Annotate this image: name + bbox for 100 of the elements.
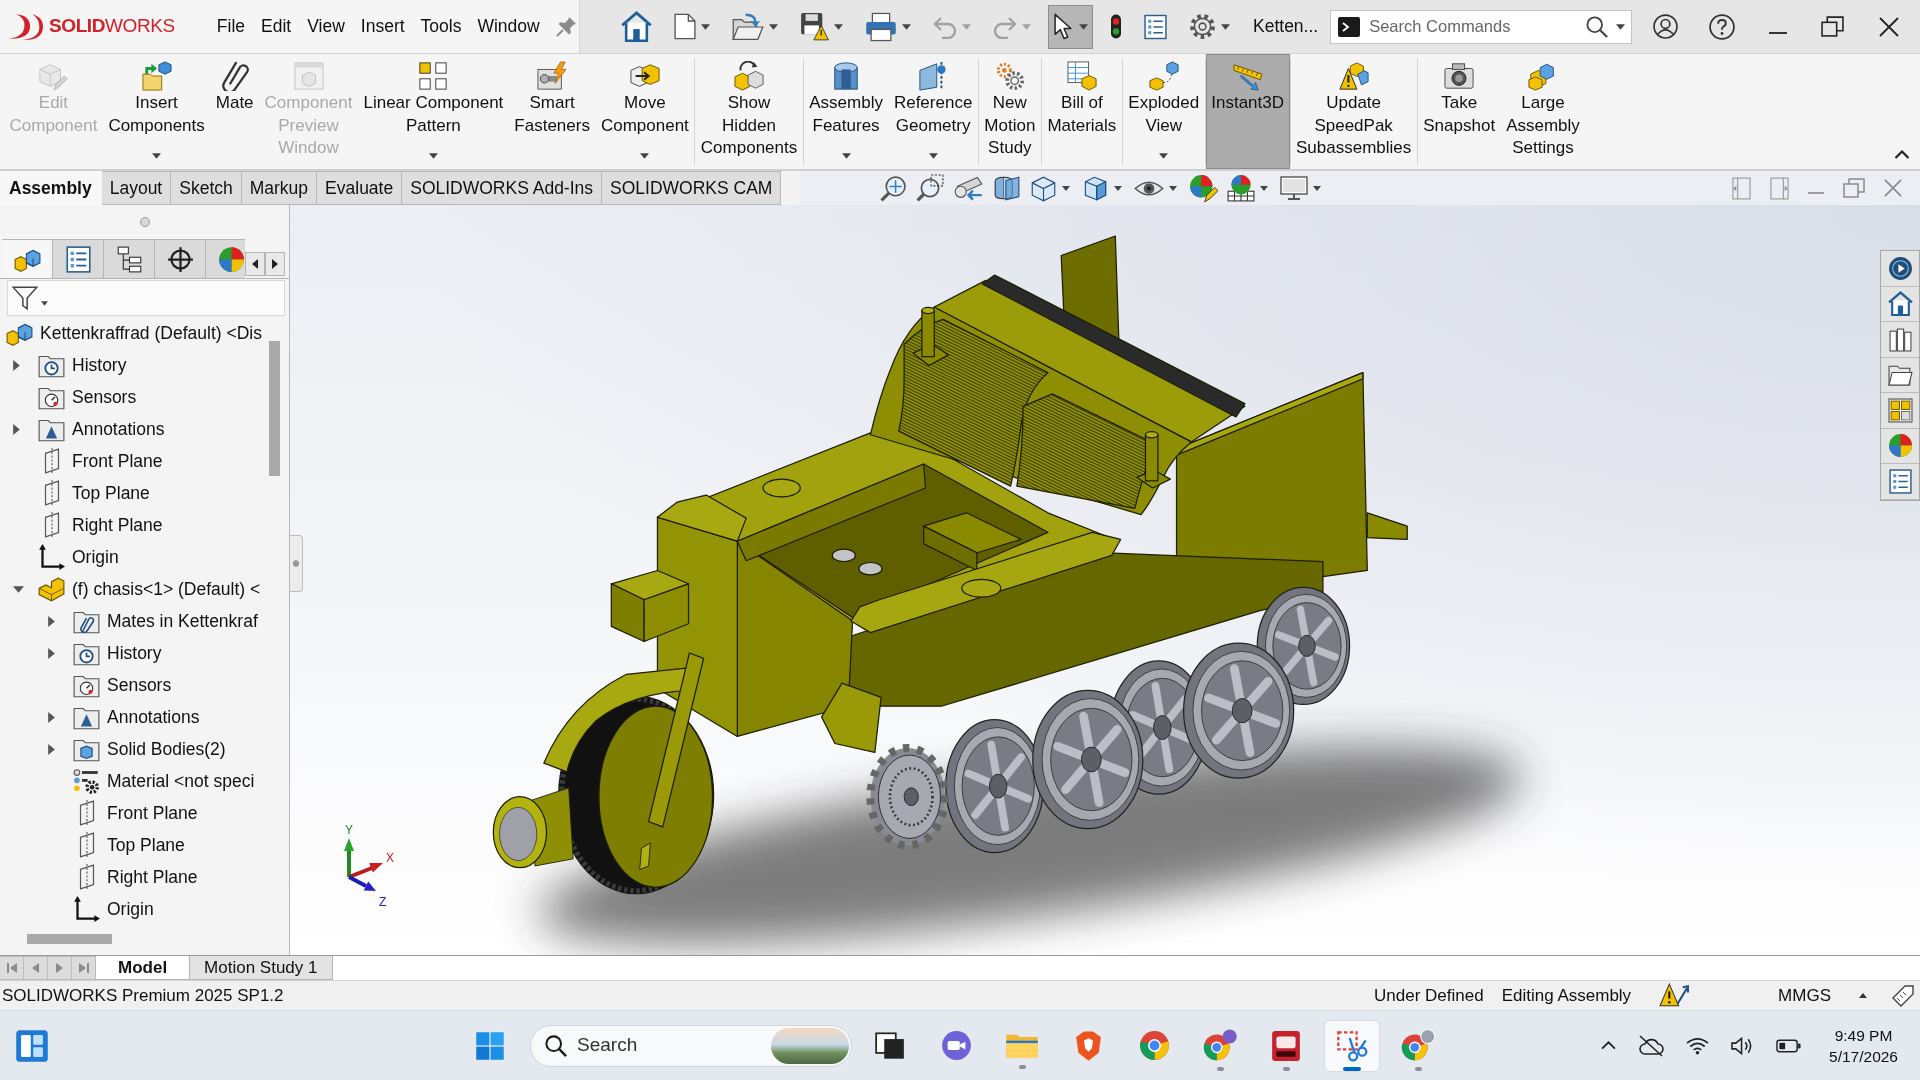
- command-tab[interactable]: SOLIDWORKS CAM: [602, 171, 782, 205]
- caret-right-icon[interactable]: [13, 423, 20, 435]
- wifi-icon[interactable]: [1686, 1036, 1710, 1055]
- cube-icon[interactable]: [1030, 174, 1057, 202]
- tree-item[interactable]: Right Plane: [38, 510, 165, 540]
- menu-item[interactable]: File: [208, 10, 254, 43]
- command-button[interactable]: Move Component: [595, 54, 695, 169]
- command-button[interactable]: Reference Geometry: [888, 54, 978, 169]
- command-button[interactable]: Assembly Features: [803, 54, 889, 169]
- task-pane-tab[interactable]: [1881, 357, 1919, 393]
- tree-item[interactable]: (f) chasis<1> (Default) <: [38, 574, 263, 604]
- pin-icon[interactable]: [555, 16, 577, 37]
- command-button[interactable]: Show Hidden Components: [695, 54, 803, 169]
- command-button[interactable]: Smart Fasteners: [508, 54, 596, 169]
- command-button[interactable]: Instant3D: [1205, 54, 1290, 169]
- sphere-pencil-icon[interactable]: [1189, 173, 1218, 203]
- shaded-cube-icon[interactable]: [1082, 174, 1109, 202]
- tree-item[interactable]: Kettenkraffrad (Default) <Dis: [6, 318, 264, 348]
- menu-item[interactable]: Window: [469, 10, 548, 43]
- caret-down-icon[interactable]: [13, 585, 24, 593]
- tree-item[interactable]: History: [73, 638, 164, 668]
- caret-right-icon[interactable]: [48, 743, 55, 755]
- caret-icon[interactable]: [1062, 185, 1070, 191]
- minimize-icon[interactable]: [1769, 31, 1788, 34]
- command-tab[interactable]: Sketch: [171, 171, 242, 205]
- cloud-off-icon[interactable]: [1638, 1034, 1665, 1057]
- tree-item[interactable]: Annotations: [73, 702, 202, 732]
- tree-item[interactable]: Top Plane: [73, 830, 187, 860]
- tree-item[interactable]: Solid Bodies(2): [73, 734, 228, 764]
- task-pane-tab[interactable]: [1881, 464, 1919, 500]
- panel-grip[interactable]: [290, 535, 303, 592]
- caret-right-icon[interactable]: [48, 647, 55, 659]
- caret-right-icon[interactable]: [48, 711, 55, 723]
- telescope-arrow-icon[interactable]: [953, 174, 984, 202]
- tree-item[interactable]: Mates in Kettenkraf: [73, 606, 260, 636]
- command-button[interactable]: Update SpeedPak Subassemblies: [1290, 54, 1417, 169]
- caret-icon[interactable]: [1260, 185, 1268, 191]
- command-tab[interactable]: Layout: [101, 171, 172, 205]
- model-tab[interactable]: Motion Study 1: [190, 956, 333, 980]
- search-input[interactable]: Search Commands: [1369, 14, 1579, 39]
- tree-item[interactable]: History: [38, 350, 129, 380]
- panel-tab[interactable]: [104, 239, 155, 278]
- battery-icon[interactable]: [1776, 1038, 1802, 1053]
- select-button[interactable]: [1048, 4, 1093, 49]
- command-button[interactable]: Take Snapshot: [1417, 54, 1501, 169]
- task-pane-tab[interactable]: [1881, 393, 1919, 429]
- restore-icon[interactable]: [1821, 16, 1845, 37]
- menu-item[interactable]: Insert: [352, 10, 413, 43]
- eye-icon[interactable]: [1134, 178, 1164, 198]
- task-pane-tab[interactable]: [1881, 286, 1919, 322]
- tree-item[interactable]: Origin: [73, 894, 156, 924]
- tree-item[interactable]: Material <not speci: [73, 766, 257, 796]
- caret-up-icon[interactable]: [1859, 993, 1867, 998]
- tree-item[interactable]: Front Plane: [73, 798, 200, 828]
- help-icon[interactable]: [1709, 13, 1736, 40]
- taskbar-search-field[interactable]: Search: [530, 1024, 852, 1067]
- scrollbar-thumb[interactable]: [269, 341, 280, 476]
- caret-icon[interactable]: [41, 300, 48, 306]
- command-button[interactable]: New Motion Study: [978, 54, 1041, 169]
- magnifier-icon[interactable]: [880, 174, 907, 202]
- tag-icon[interactable]: [1891, 983, 1915, 1008]
- tree-item[interactable]: Annotations: [38, 414, 167, 444]
- search-icon[interactable]: [1586, 15, 1609, 38]
- tab-scroll-button[interactable]: [245, 252, 265, 276]
- panel-tab[interactable]: [155, 239, 206, 278]
- task-pane-tab[interactable]: [1881, 251, 1919, 287]
- caret-icon[interactable]: [1114, 185, 1122, 191]
- caret-right-icon[interactable]: [48, 615, 55, 627]
- user-icon[interactable]: [1653, 14, 1679, 39]
- chevron-up-icon[interactable]: [1601, 1041, 1617, 1050]
- sphere-checker-icon[interactable]: [1227, 174, 1255, 202]
- panel-tab[interactable]: [53, 239, 104, 278]
- panel-tiles-icon[interactable]: [15, 1028, 49, 1063]
- caret-icon[interactable]: [1169, 185, 1177, 191]
- command-button[interactable]: Linear Component Pattern: [357, 54, 509, 169]
- warning-arrow-icon[interactable]: [1659, 983, 1691, 1008]
- caret-right-icon[interactable]: [13, 359, 20, 371]
- menu-item[interactable]: Edit: [253, 10, 300, 43]
- command-tab[interactable]: Assembly: [0, 171, 102, 205]
- task-pane-tab[interactable]: [1881, 322, 1919, 358]
- units-selector[interactable]: MMGS: [1778, 982, 1831, 1009]
- tab-scroll-button[interactable]: [265, 252, 285, 276]
- caret-icon[interactable]: [1313, 185, 1321, 191]
- chevron-up-icon[interactable]: [1894, 149, 1910, 159]
- clock[interactable]: 9:49 PM 5/17/2026: [1829, 1024, 1898, 1067]
- monitor-icon[interactable]: [1280, 176, 1308, 200]
- command-button[interactable]: Large Assembly Settings: [1500, 54, 1586, 169]
- close-icon[interactable]: [1879, 16, 1900, 37]
- menu-item[interactable]: Tools: [412, 10, 470, 43]
- command-button[interactable]: Exploded View: [1122, 54, 1205, 169]
- tree-item[interactable]: Front Plane: [38, 446, 165, 476]
- command-tab[interactable]: SOLIDWORKS Add-Ins: [402, 171, 603, 205]
- command-button[interactable]: Bill of Materials: [1041, 54, 1122, 169]
- command-button[interactable]: Insert Components: [102, 54, 211, 169]
- scrollbar-thumb[interactable]: [27, 934, 112, 944]
- command-button[interactable]: Mate: [210, 54, 260, 169]
- task-pane-tab[interactable]: [1881, 428, 1919, 464]
- model-tab[interactable]: Model: [96, 956, 191, 980]
- search-input[interactable]: Search: [577, 1031, 761, 1060]
- caret-icon[interactable]: [1616, 23, 1626, 30]
